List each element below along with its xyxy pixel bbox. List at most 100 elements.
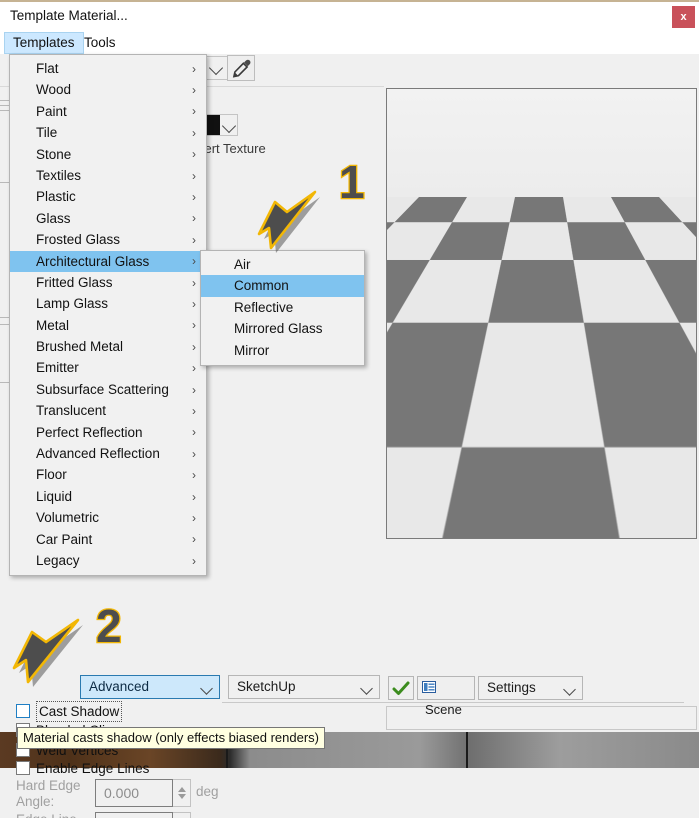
submenu-item-reflective[interactable]: Reflective (201, 297, 364, 318)
close-button[interactable]: x (672, 6, 695, 28)
chevron-right-icon: › (192, 489, 196, 504)
chevron-right-icon: › (192, 232, 196, 247)
chevron-right-icon: › (192, 211, 196, 226)
material-preview-viewport[interactable]: 4 1 3 4 2 1 3 4 2 2 3 4 1 4 (386, 88, 697, 539)
architectural-glass-submenu[interactable]: Air Common Reflective Mirrored Glass Mir… (200, 250, 365, 366)
menu-item-label: Plastic (36, 189, 76, 205)
hard-edge-angle-input[interactable]: 0.000 (95, 779, 173, 807)
chevron-right-icon: › (192, 190, 196, 205)
menu-item-paint[interactable]: Paint › (10, 101, 206, 122)
menu-item-label: Subsurface Scattering (36, 381, 169, 397)
chevron-right-icon: › (192, 532, 196, 547)
menu-item-label: Advanced Reflection (36, 446, 160, 462)
enable-edge-lines-checkbox[interactable] (16, 761, 30, 775)
menu-item-tile[interactable]: Tile › (10, 122, 206, 143)
submenu-item-air[interactable]: Air (201, 254, 364, 275)
menu-item-label: Glass (36, 210, 71, 226)
chevron-right-icon: › (192, 425, 196, 440)
menu-item-label: Wood (36, 82, 72, 98)
menu-item-label: Stone (36, 146, 72, 162)
menu-item-perfect-reflection[interactable]: Perfect Reflection › (10, 422, 206, 443)
menu-item-flat[interactable]: Flat › (10, 58, 206, 79)
menu-item-stone[interactable]: Stone › (10, 144, 206, 165)
menu-item-plastic[interactable]: Plastic › (10, 186, 206, 207)
chevron-right-icon: › (192, 125, 196, 140)
menubar-item-templates[interactable]: Templates (4, 32, 84, 54)
menubar-item-tools[interactable]: Tools (76, 32, 124, 54)
cast-shadow-checkbox[interactable] (16, 704, 30, 718)
menu-item-label: Architectural Glass (36, 253, 150, 269)
templates-menu-popup[interactable]: Flat › Wood › Paint › Tile › Stone › Textiles… (9, 54, 207, 577)
chevron-right-icon: › (192, 446, 196, 461)
menu-item-label: Car Paint (36, 531, 93, 547)
engine-dropdown[interactable]: SketchUp (228, 675, 380, 699)
menu-item-brushed-metal[interactable]: Brushed Metal › (10, 336, 206, 357)
preview-sky (387, 89, 696, 199)
chevron-right-icon: › (192, 296, 196, 311)
stepper-down-icon[interactable] (178, 794, 186, 799)
stepper-up-icon[interactable] (178, 787, 186, 792)
cube-face-right (600, 321, 671, 509)
menu-item-lamp-glass[interactable]: Lamp Glass › (10, 293, 206, 314)
menu-item-floor[interactable]: Floor › (10, 464, 206, 485)
edge-line-input[interactable]: 1.000 (95, 812, 173, 818)
submenu-item-common[interactable]: Common (201, 275, 364, 297)
menu-item-label: Flat (36, 61, 59, 76)
green-check-icon (392, 681, 410, 695)
template-material-window: Template Material... x Templates Tools v… (0, 0, 699, 818)
chevron-down-icon (221, 118, 237, 134)
menu-item-glass[interactable]: Glass › (10, 208, 206, 229)
chevron-right-icon: › (192, 318, 196, 333)
menu-item-label: Emitter (36, 360, 79, 376)
engine-dropdown-value: SketchUp (237, 679, 296, 694)
enable-edge-lines-label: Enable Edge Lines (36, 761, 150, 776)
menu-item-label: Metal (36, 317, 70, 333)
cast-shadow-label: Cast Shadow (36, 701, 123, 722)
submenu-item-mirror[interactable]: Mirror (201, 340, 364, 361)
menu-item-metal[interactable]: Metal › (10, 315, 206, 336)
menu-item-label: Floor (36, 467, 67, 483)
chevron-right-icon: › (192, 168, 196, 183)
chevron-right-icon: › (192, 275, 196, 290)
hidden-left-column (0, 54, 9, 694)
eyedropper-icon (232, 59, 251, 78)
chevron-right-icon: › (192, 339, 196, 354)
menu-item-label: Liquid (36, 488, 73, 504)
hard-edge-angle-stepper[interactable] (173, 779, 191, 807)
edge-line-label: Edge Line (16, 812, 77, 818)
submenu-item-mirrored-glass[interactable]: Mirrored Glass (201, 318, 364, 339)
menu-item-label: Frosted Glass (36, 232, 121, 248)
menu-item-subsurface-scattering[interactable]: Subsurface Scattering › (10, 379, 206, 400)
menu-item-frosted-glass[interactable]: Frosted Glass › (10, 229, 206, 250)
scene-button[interactable]: Scene (417, 676, 475, 717)
menu-item-translucent[interactable]: Translucent › (10, 400, 206, 421)
menu-item-legacy[interactable]: Legacy › (10, 550, 206, 571)
menu-item-emitter[interactable]: Emitter › (10, 357, 206, 378)
menu-item-architectural-glass[interactable]: Architectural Glass › (10, 250, 206, 272)
scene-list-icon (422, 681, 436, 693)
chevron-right-icon: › (192, 104, 196, 119)
chevron-right-icon: › (192, 83, 196, 98)
menu-item-textiles[interactable]: Textiles › (10, 165, 206, 186)
chevron-right-icon: › (192, 403, 196, 418)
eyedropper-button[interactable] (227, 55, 255, 81)
chevron-down-icon (208, 60, 224, 76)
apply-button[interactable] (388, 676, 414, 700)
menu-item-volumetric[interactable]: Volumetric › (10, 507, 206, 528)
mode-dropdown-value: Advanced (89, 679, 150, 694)
menu-item-car-paint[interactable]: Car Paint › (10, 529, 206, 550)
invert-texture-label: vert Texture (198, 141, 266, 156)
preview-cube (445, 289, 683, 511)
menu-item-label: Lamp Glass (36, 296, 109, 312)
edge-line-stepper[interactable] (173, 812, 191, 818)
chevron-right-icon: › (192, 510, 196, 525)
menu-item-advanced-reflection[interactable]: Advanced Reflection › (10, 443, 206, 464)
menu-item-liquid[interactable]: Liquid › (10, 486, 206, 507)
title-bar: Template Material... x (0, 2, 699, 32)
menu-item-wood[interactable]: Wood › (10, 79, 206, 100)
chevron-down-icon (563, 683, 576, 696)
menu-item-label: Volumetric (36, 510, 100, 526)
menu-item-fritted-glass[interactable]: Fritted Glass › (10, 272, 206, 293)
mode-dropdown[interactable]: Advanced (80, 675, 220, 699)
settings-dropdown[interactable]: Settings (478, 676, 583, 700)
